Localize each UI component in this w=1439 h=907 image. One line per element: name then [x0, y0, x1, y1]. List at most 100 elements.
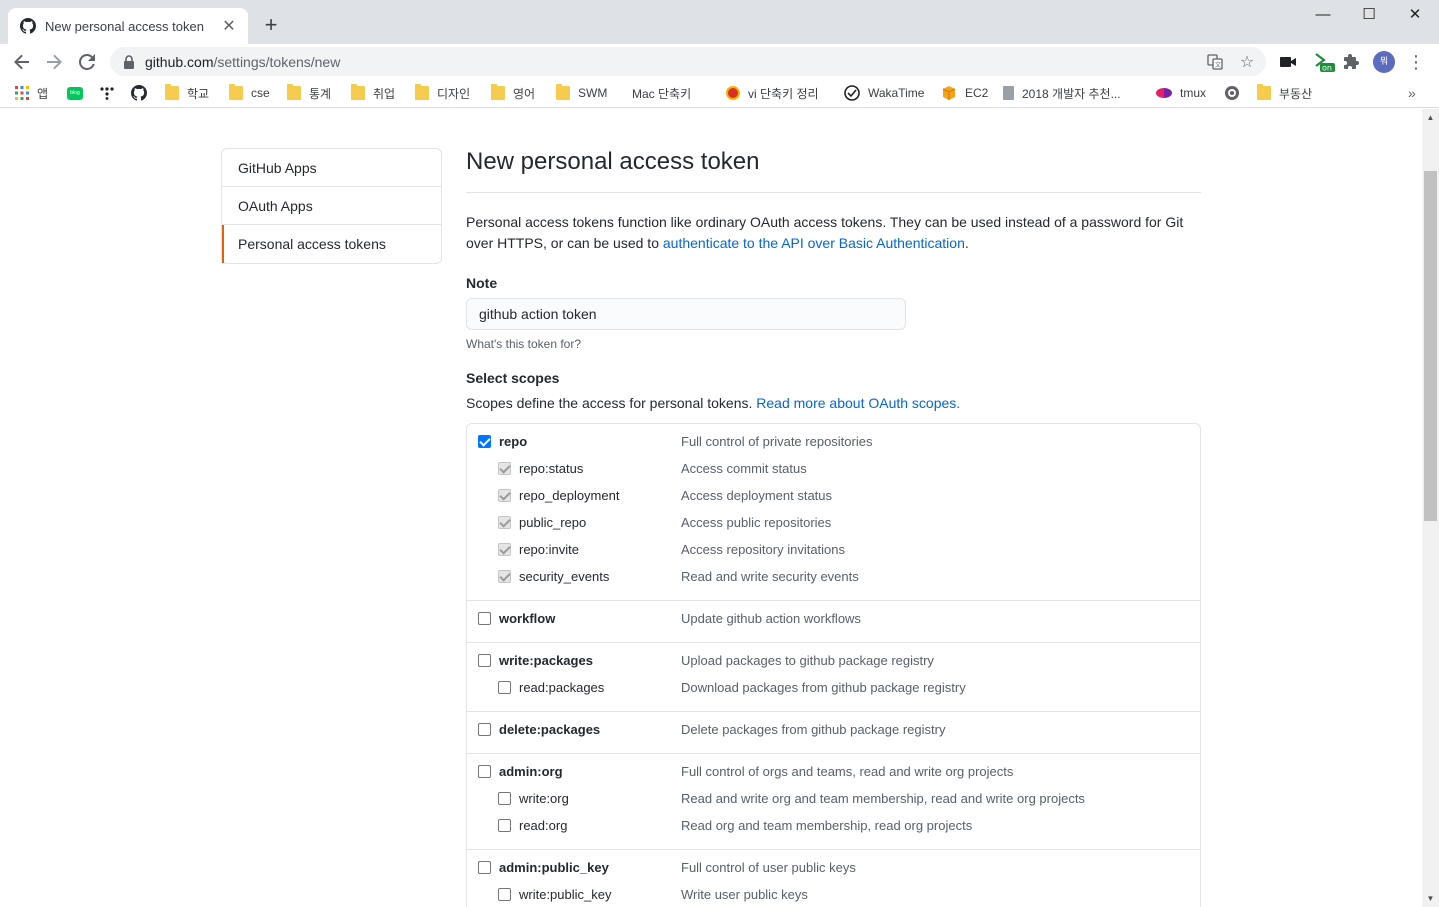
bookmark-label: 통계 [309, 86, 332, 101]
page-title: New personal access token [466, 148, 1201, 193]
sidebar-item-github-apps[interactable]: GitHub Apps [222, 149, 441, 187]
scroll-down-icon[interactable]: ▼ [1422, 890, 1439, 907]
scope-name[interactable]: repo:invite [519, 542, 579, 557]
more-menu-icon[interactable]: ⋮ [1404, 50, 1428, 74]
scope-checkbox[interactable] [478, 612, 491, 625]
sub-scope-row: read:packages Download packages from gith… [467, 678, 1200, 705]
bookmark-folder-swm[interactable]: SWM [556, 84, 607, 102]
scope-checkbox[interactable] [498, 792, 511, 805]
scope-name[interactable]: write:public_key [519, 887, 612, 902]
bookmark-folder-english[interactable]: 영어 [491, 84, 535, 102]
scope-name[interactable]: repo_deployment [519, 488, 619, 503]
bookmark-folder-realestate[interactable]: 부동산 [1257, 84, 1312, 102]
minimize-button[interactable]: — [1300, 0, 1346, 30]
bookmark-apps[interactable]: 앱 [15, 84, 48, 102]
bookmark-folder-school[interactable]: 학교 [165, 84, 209, 102]
new-tab-button[interactable]: + [258, 12, 284, 38]
close-window-button[interactable]: ✕ [1392, 0, 1438, 30]
avatar[interactable]: 뭐 [1372, 50, 1396, 74]
dots-icon [100, 87, 114, 100]
scopes-description: Scopes define the access for personal to… [466, 395, 1201, 411]
scope-name[interactable]: repo:status [519, 461, 583, 476]
bookmark-label: tmux [1180, 86, 1207, 100]
bookmark-dots[interactable] [100, 84, 122, 102]
sub-scope-row: repo_deployment Access deployment status [467, 486, 1200, 513]
github-icon [20, 18, 36, 34]
scope-group: admin:org Full control of orgs and teams,… [467, 754, 1200, 850]
scope-checkbox[interactable] [498, 819, 511, 832]
scope-name[interactable]: workflow [499, 611, 555, 626]
sidebar-item-oauth-apps[interactable]: OAuth Apps [222, 187, 441, 225]
scope-checkbox[interactable] [478, 435, 491, 448]
back-button[interactable] [8, 48, 36, 76]
bookmark-folder-jobs[interactable]: 취업 [351, 84, 395, 102]
page-scrollbar[interactable]: ▲ ▼ [1422, 109, 1439, 907]
scope-name[interactable]: write:org [519, 791, 569, 806]
aws-box-icon [942, 86, 956, 100]
camera-extension-icon[interactable] [1276, 50, 1300, 74]
puzzle-extensions-icon[interactable] [1340, 50, 1364, 74]
scope-name[interactable]: read:org [519, 818, 567, 833]
scope-checkbox[interactable] [478, 765, 491, 778]
scope-name[interactable]: admin:org [499, 764, 563, 779]
scope-checkbox[interactable] [478, 861, 491, 874]
scope-checkbox [498, 462, 511, 475]
scope-checkbox[interactable] [478, 654, 491, 667]
bookmark-github[interactable] [131, 84, 155, 102]
scope-name[interactable]: admin:public_key [499, 860, 609, 875]
maximize-button[interactable]: ☐ [1346, 0, 1392, 30]
scope-name[interactable]: delete:packages [499, 722, 600, 737]
svg-text:文: 文 [1215, 61, 1221, 69]
oauth-scopes-link[interactable]: Read more about OAuth scopes. [756, 395, 960, 411]
folder-icon [229, 84, 243, 100]
bookmark-tmux[interactable]: tmux [1156, 84, 1206, 102]
bookmark-folder-cse[interactable]: cse [229, 84, 270, 102]
bookmark-mac-shortcuts[interactable]: Mac 단축키 [624, 84, 691, 102]
scope-name[interactable]: write:packages [499, 653, 593, 668]
main-content: New personal access token Personal acces… [466, 148, 1201, 907]
scope-name[interactable]: repo [499, 434, 527, 449]
forward-button[interactable] [40, 48, 68, 76]
scope-description: Full control of private repositories [681, 434, 873, 449]
scope-checkbox [498, 516, 511, 529]
bookmarks-overflow-icon[interactable]: » [1408, 84, 1416, 102]
close-tab-icon[interactable]: ✕ [220, 16, 238, 36]
sidebar-item-personal-access-tokens[interactable]: Personal access tokens [222, 225, 441, 263]
on-extension-icon[interactable]: on [1312, 50, 1336, 74]
scope-group: admin:public_key Full control of user pub… [467, 850, 1200, 907]
scope-name[interactable]: read:packages [519, 680, 604, 695]
apps-grid-icon [15, 86, 29, 100]
scope-group: write:packages Upload packages to github … [467, 643, 1200, 712]
browser-tab[interactable]: New personal access token ✕ [8, 8, 248, 44]
blog-icon: blog [67, 86, 83, 100]
bookmark-wakatime[interactable]: WakaTime [844, 84, 924, 102]
note-input[interactable]: github action token [466, 298, 906, 330]
scrollbar-thumb[interactable] [1424, 171, 1437, 521]
bookmark-dev-recommend[interactable]: 2018 개발자 추천... [1003, 84, 1121, 102]
bookmark-folder-design[interactable]: 디자인 [415, 84, 470, 102]
scope-row: write:packages Upload packages to github … [467, 651, 1200, 678]
basic-auth-link[interactable]: authenticate to the API over Basic Authe… [663, 235, 965, 251]
address-bar[interactable]: github.com/settings/tokens/new 文 ☆ [110, 47, 1266, 76]
scroll-up-icon[interactable]: ▲ [1422, 109, 1439, 126]
bookmark-vi-shortcuts[interactable]: vi 단축키 정리 [726, 84, 819, 102]
bookmark-folder-stats[interactable]: 통계 [287, 84, 331, 102]
star-icon[interactable]: ☆ [1234, 49, 1260, 75]
scope-checkbox[interactable] [478, 723, 491, 736]
scope-name[interactable]: public_repo [519, 515, 586, 530]
scope-name[interactable]: security_events [519, 569, 609, 584]
arrow-left-icon [14, 54, 29, 70]
bookmark-blog[interactable]: blog [67, 84, 91, 102]
scope-checkbox[interactable] [498, 681, 511, 694]
scope-checkbox [498, 570, 511, 583]
circle-icon [1225, 86, 1239, 100]
reload-button[interactable] [73, 48, 101, 76]
folder-icon [165, 84, 179, 100]
bookmark-circle[interactable] [1224, 84, 1248, 102]
scope-description: Read and write security events [681, 569, 859, 584]
browser-toolbar: github.com/settings/tokens/new 文 ☆ on 뭐 … [0, 44, 1439, 79]
translate-icon[interactable]: 文 [1202, 49, 1228, 75]
bookmark-ec2[interactable]: EC2 [941, 84, 988, 102]
scope-checkbox[interactable] [498, 888, 511, 901]
scope-description: Full control of user public keys [681, 860, 856, 875]
